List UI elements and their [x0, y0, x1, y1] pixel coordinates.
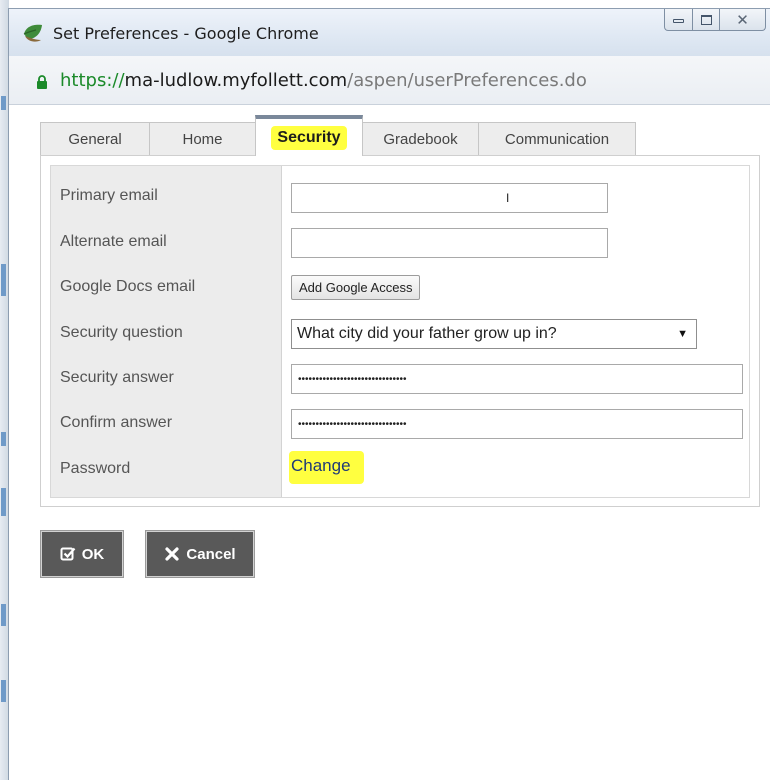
edge-mark — [1, 604, 6, 626]
confirm-answer-masked: ••••••••••••••••••••••••••••••• — [298, 418, 407, 430]
confirm-answer-input[interactable]: ••••••••••••••••••••••••••••••• — [291, 409, 743, 439]
minimize-button[interactable] — [664, 9, 693, 31]
security-panel: Primary email I Alternate email Google D… — [40, 155, 760, 507]
security-answer-label: Security answer — [60, 369, 174, 386]
page-url[interactable]: https://ma-ludlow.myfollett.com/aspen/us… — [60, 70, 587, 91]
button-label: Add Google Access — [299, 280, 413, 295]
tab-gradebook[interactable]: Gradebook — [363, 122, 478, 156]
tab-label: Communication — [504, 131, 610, 148]
ok-button[interactable]: OK — [40, 530, 124, 578]
tab-general[interactable]: General — [40, 122, 149, 156]
minimize-icon — [673, 19, 684, 23]
security-answer-input[interactable]: ••••••••••••••••••••••••••••••• — [291, 364, 743, 394]
window-title: Set Preferences - Google Chrome — [53, 24, 319, 43]
window-controls: ✕ — [664, 9, 766, 31]
tab-security[interactable]: Security — [255, 115, 363, 156]
primary-email-input[interactable]: I — [291, 183, 608, 213]
password-label: Password — [60, 460, 131, 477]
security-answer-masked: ••••••••••••••••••••••••••••••• — [298, 373, 407, 385]
tab-label: General — [68, 131, 122, 148]
selected-question: What city did your father grow up in? — [297, 325, 557, 342]
alternate-email-label: Alternate email — [60, 233, 167, 250]
edge-mark — [1, 488, 6, 516]
dropdown-arrow-icon: ▼ — [677, 328, 688, 340]
security-form: Primary email I Alternate email Google D… — [50, 165, 750, 498]
cancel-label: Cancel — [186, 545, 236, 563]
tab-communication[interactable]: Communication — [478, 122, 636, 156]
close-button[interactable]: ✕ — [720, 9, 766, 31]
maximize-icon — [700, 14, 712, 25]
title-bar[interactable]: Set Preferences - Google Chrome ✕ — [9, 9, 770, 56]
security-question-select[interactable]: What city did your father grow up in? ▼ — [291, 319, 697, 349]
close-icon: ✕ — [736, 11, 749, 29]
maximize-button[interactable] — [693, 9, 720, 31]
url-path: /aspen/userPreferences.do — [347, 70, 587, 91]
tab-label-highlighted: Security — [271, 125, 347, 150]
aspen-leaf-icon — [23, 24, 42, 42]
ok-label: OK — [81, 545, 105, 563]
address-bar[interactable]: https://ma-ludlow.myfollett.com/aspen/us… — [9, 56, 770, 105]
tab-home[interactable]: Home — [149, 122, 255, 156]
edge-mark — [1, 680, 6, 702]
url-domain: ma-ludlow.myfollett.com — [124, 70, 348, 91]
preferences-tabs: General Home Security Gradebook Communic… — [40, 115, 636, 156]
x-icon — [165, 547, 179, 561]
edge-mark — [1, 96, 6, 110]
chrome-popup-window: Set Preferences - Google Chrome ✕ https:… — [8, 8, 770, 780]
google-docs-email-label: Google Docs email — [60, 278, 196, 295]
tab-label: Gradebook — [383, 131, 458, 148]
edge-mark — [1, 264, 6, 296]
edge-mark — [1, 432, 6, 446]
security-question-label: Security question — [60, 324, 183, 341]
checkbox-check-icon — [60, 547, 76, 561]
confirm-answer-label: Confirm answer — [60, 414, 173, 431]
primary-email-label: Primary email — [60, 187, 158, 204]
lock-icon — [37, 75, 47, 89]
url-scheme: https:// — [60, 70, 125, 91]
cancel-button[interactable]: Cancel — [145, 530, 255, 578]
primary-email-value: I — [506, 191, 510, 205]
alternate-email-input[interactable] — [291, 228, 608, 258]
page-content: General Home Security Gradebook Communic… — [9, 105, 770, 780]
tab-label: Home — [182, 131, 223, 148]
add-google-access-button[interactable]: Add Google Access — [291, 275, 421, 300]
change-password-link[interactable]: Change — [289, 451, 364, 484]
